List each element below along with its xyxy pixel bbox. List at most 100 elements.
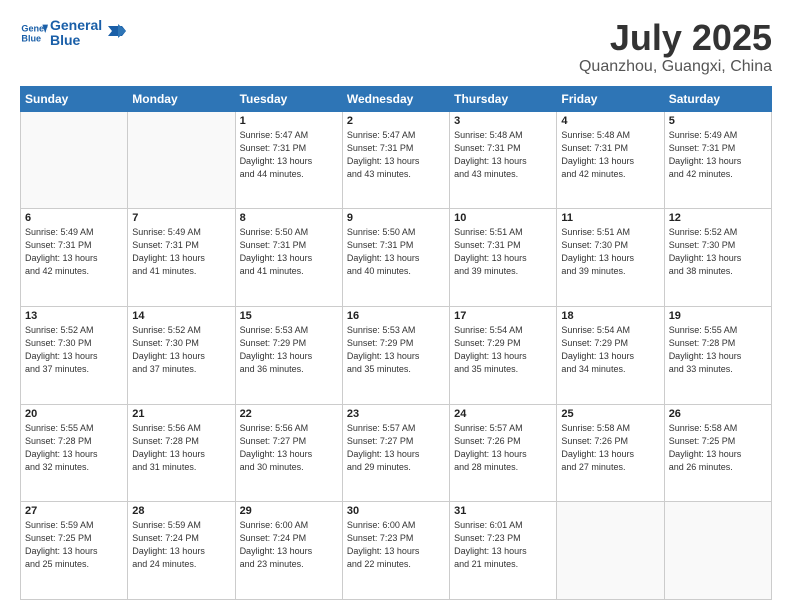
day-info: Sunrise: 5:50 AM Sunset: 7:31 PM Dayligh… [240,226,338,278]
calendar-cell [664,502,771,600]
calendar-cell: 29 Sunrise: 6:00 AM Sunset: 7:24 PM Dayli… [235,502,342,600]
calendar-cell: 15 Sunrise: 5:53 AM Sunset: 7:29 PM Dayli… [235,306,342,404]
day-number: 22 [240,408,338,420]
week-row-5: 27 Sunrise: 5:59 AM Sunset: 7:25 PM Dayli… [21,502,772,600]
header: General Blue General Blue July 2025 Quan… [20,18,772,76]
weekday-header-row: SundayMondayTuesdayWednesdayThursdayFrid… [21,86,772,111]
calendar-cell: 23 Sunrise: 5:57 AM Sunset: 7:27 PM Dayli… [342,404,449,502]
day-info: Sunrise: 5:49 AM Sunset: 7:31 PM Dayligh… [132,226,230,278]
month-title: July 2025 [579,18,772,58]
calendar-cell: 24 Sunrise: 5:57 AM Sunset: 7:26 PM Dayli… [450,404,557,502]
day-info: Sunrise: 5:48 AM Sunset: 7:31 PM Dayligh… [454,129,552,181]
calendar-table: SundayMondayTuesdayWednesdayThursdayFrid… [20,86,772,600]
day-number: 8 [240,212,338,224]
calendar-cell [128,111,235,209]
day-number: 13 [25,310,123,322]
day-info: Sunrise: 5:58 AM Sunset: 7:26 PM Dayligh… [561,422,659,474]
day-number: 4 [561,115,659,127]
day-info: Sunrise: 6:01 AM Sunset: 7:23 PM Dayligh… [454,519,552,571]
day-info: Sunrise: 5:59 AM Sunset: 7:24 PM Dayligh… [132,519,230,571]
day-number: 5 [669,115,767,127]
weekday-header-sunday: Sunday [21,86,128,111]
calendar-cell: 13Sunrise: 5:52 AM Sunset: 7:30 PM Dayli… [21,306,128,404]
day-info: Sunrise: 5:48 AM Sunset: 7:31 PM Dayligh… [561,129,659,181]
day-number: 27 [25,505,123,517]
day-number: 26 [669,408,767,420]
week-row-3: 13 Sunrise: 5:52 AM Sunset: 7:30 PM Dayli… [21,306,772,404]
logo: General Blue General Blue [20,18,126,49]
day-info: Sunrise: 5:53 AM Sunset: 7:29 PM Dayligh… [240,324,338,376]
weekday-header-tuesday: Tuesday [235,86,342,111]
day-info: Sunrise: 5:54 AM Sunset: 7:29 PM Dayligh… [561,324,659,376]
calendar-cell: 2Sunrise: 5:47 AM Sunset: 7:31 PM Daylig… [342,111,449,209]
weekday-header-friday: Friday [557,86,664,111]
day-number: 15 [240,310,338,322]
day-info: Sunrise: 5:59 AM Sunset: 7:25 PM Dayligh… [25,519,123,571]
day-number: 28 [132,505,230,517]
calendar-cell: 14Sunrise: 5:52 AM Sunset: 7:30 PM Dayli… [128,306,235,404]
calendar-cell: 6Sunrise: 5:49 AM Sunset: 7:31 PM Daylig… [21,209,128,307]
calendar-cell: 8 Sunrise: 5:50 AM Sunset: 7:31 PM Daylig… [235,209,342,307]
day-info: Sunrise: 5:56 AM Sunset: 7:27 PM Dayligh… [240,422,338,474]
logo-icon: General Blue [20,19,48,47]
calendar-cell: 4 Sunrise: 5:48 AM Sunset: 7:31 PM Daylig… [557,111,664,209]
day-info: Sunrise: 5:55 AM Sunset: 7:28 PM Dayligh… [669,324,767,376]
weekday-header-monday: Monday [128,86,235,111]
title-block: July 2025 Quanzhou, Guangxi, China [579,18,772,76]
day-info: Sunrise: 5:57 AM Sunset: 7:26 PM Dayligh… [454,422,552,474]
calendar-cell: 25 Sunrise: 5:58 AM Sunset: 7:26 PM Dayli… [557,404,664,502]
calendar-cell: 12 Sunrise: 5:52 AM Sunset: 7:30 PM Dayli… [664,209,771,307]
calendar-cell: 7 Sunrise: 5:49 AM Sunset: 7:31 PM Daylig… [128,209,235,307]
day-info: Sunrise: 5:56 AM Sunset: 7:28 PM Dayligh… [132,422,230,474]
day-number: 17 [454,310,552,322]
logo-general: General [50,18,102,33]
day-info: Sunrise: 5:58 AM Sunset: 7:25 PM Dayligh… [669,422,767,474]
weekday-header-thursday: Thursday [450,86,557,111]
day-info: Sunrise: 5:53 AM Sunset: 7:29 PM Dayligh… [347,324,445,376]
day-info: Sunrise: 5:57 AM Sunset: 7:27 PM Dayligh… [347,422,445,474]
calendar-cell: 31Sunrise: 6:01 AM Sunset: 7:23 PM Dayli… [450,502,557,600]
calendar-cell: 22 Sunrise: 5:56 AM Sunset: 7:27 PM Dayli… [235,404,342,502]
day-number: 6 [25,212,123,224]
day-number: 23 [347,408,445,420]
calendar-cell: 30 Sunrise: 6:00 AM Sunset: 7:23 PM Dayli… [342,502,449,600]
day-info: Sunrise: 5:49 AM Sunset: 7:31 PM Dayligh… [669,129,767,181]
svg-text:Blue: Blue [21,34,41,44]
calendar-cell: 11Sunrise: 5:51 AM Sunset: 7:30 PM Dayli… [557,209,664,307]
day-info: Sunrise: 5:52 AM Sunset: 7:30 PM Dayligh… [132,324,230,376]
day-info: Sunrise: 5:50 AM Sunset: 7:31 PM Dayligh… [347,226,445,278]
day-info: Sunrise: 6:00 AM Sunset: 7:24 PM Dayligh… [240,519,338,571]
calendar-cell: 9 Sunrise: 5:50 AM Sunset: 7:31 PM Daylig… [342,209,449,307]
location-subtitle: Quanzhou, Guangxi, China [579,58,772,76]
calendar-cell: 20Sunrise: 5:55 AM Sunset: 7:28 PM Dayli… [21,404,128,502]
day-number: 29 [240,505,338,517]
day-info: Sunrise: 5:51 AM Sunset: 7:31 PM Dayligh… [454,226,552,278]
calendar-cell: 28 Sunrise: 5:59 AM Sunset: 7:24 PM Dayli… [128,502,235,600]
day-number: 10 [454,212,552,224]
day-number: 24 [454,408,552,420]
day-number: 9 [347,212,445,224]
day-number: 18 [561,310,659,322]
day-info: Sunrise: 6:00 AM Sunset: 7:23 PM Dayligh… [347,519,445,571]
day-number: 21 [132,408,230,420]
day-info: Sunrise: 5:51 AM Sunset: 7:30 PM Dayligh… [561,226,659,278]
week-row-2: 6 Sunrise: 5:49 AM Sunset: 7:31 PM Daylig… [21,209,772,307]
day-info: Sunrise: 5:52 AM Sunset: 7:30 PM Dayligh… [669,226,767,278]
page: General Blue General Blue July 2025 Quan… [0,0,792,612]
day-number: 12 [669,212,767,224]
day-info: Sunrise: 5:47 AM Sunset: 7:31 PM Dayligh… [240,129,338,181]
day-number: 16 [347,310,445,322]
day-number: 1 [240,115,338,127]
day-number: 25 [561,408,659,420]
calendar-cell: 18 Sunrise: 5:54 AM Sunset: 7:29 PM Dayli… [557,306,664,404]
calendar-cell: 3Sunrise: 5:48 AM Sunset: 7:31 PM Daylig… [450,111,557,209]
day-number: 30 [347,505,445,517]
logo-arrow-icon [104,20,126,42]
day-info: Sunrise: 5:47 AM Sunset: 7:31 PM Dayligh… [347,129,445,181]
calendar-cell: 1 Sunrise: 5:47 AM Sunset: 7:31 PM Daylig… [235,111,342,209]
calendar-cell: 27 Sunrise: 5:59 AM Sunset: 7:25 PM Dayli… [21,502,128,600]
day-number: 19 [669,310,767,322]
calendar-cell: 5 Sunrise: 5:49 AM Sunset: 7:31 PM Daylig… [664,111,771,209]
day-number: 7 [132,212,230,224]
logo-blue: Blue [50,33,102,48]
